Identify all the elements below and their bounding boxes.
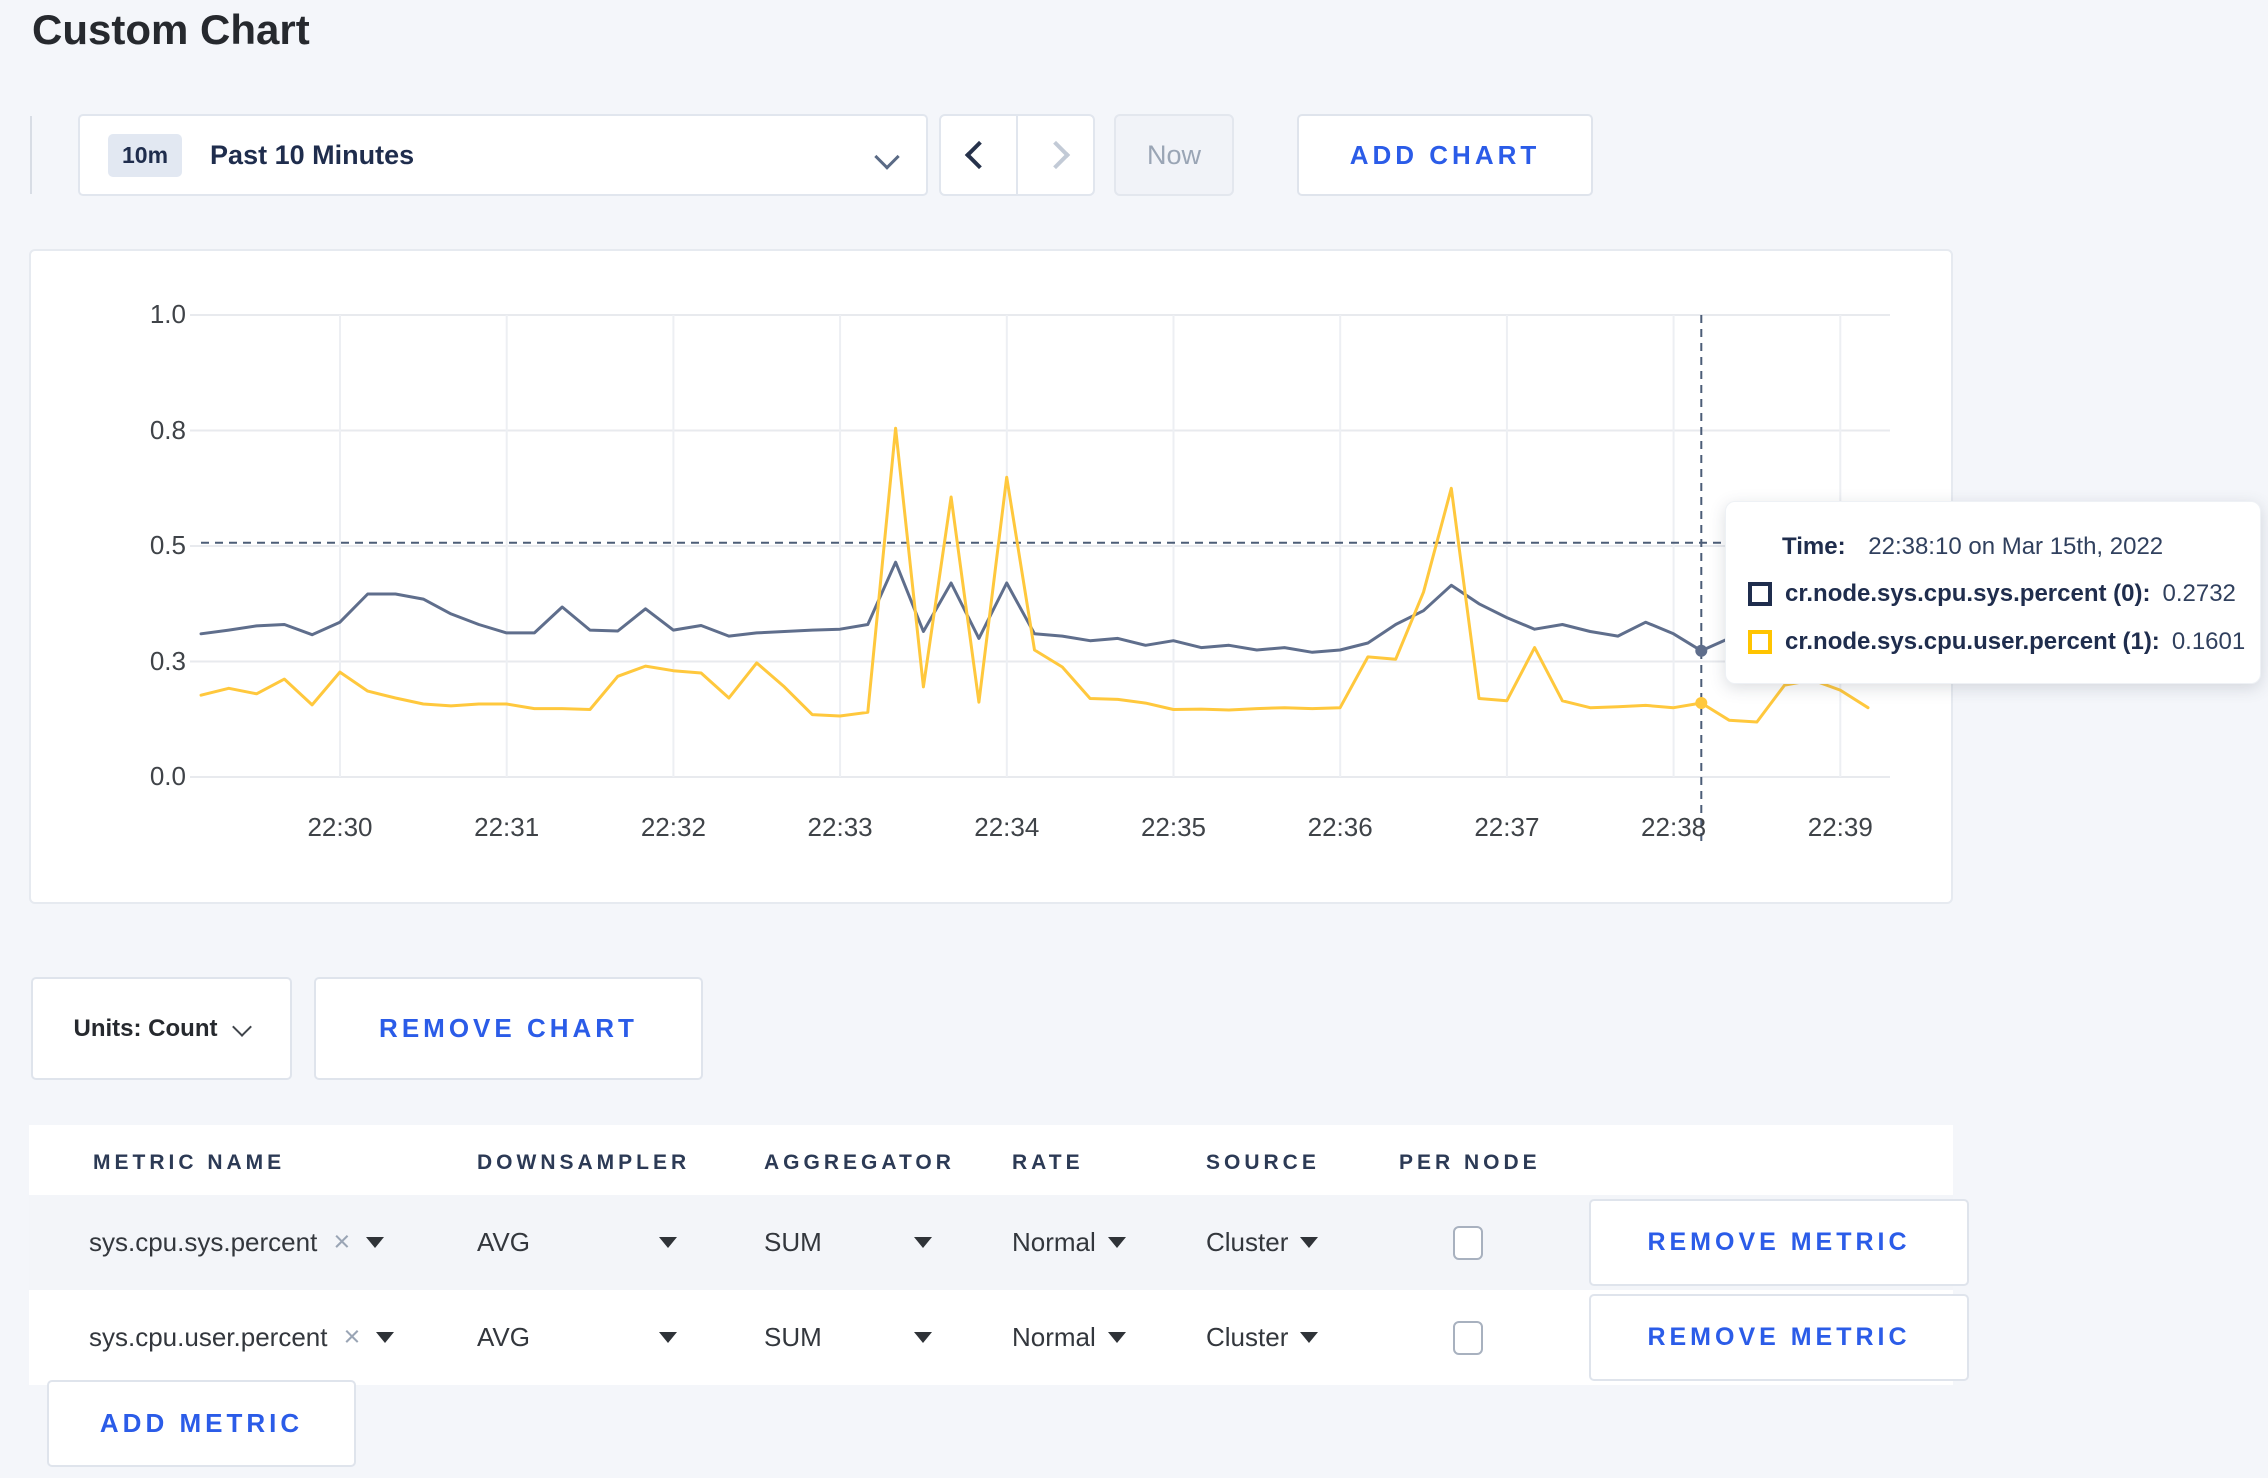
units-select[interactable]: Units: Count	[31, 977, 292, 1080]
clear-metric-icon[interactable]: ×	[343, 1321, 360, 1354]
tooltip-series-value: 0.2732	[2162, 580, 2236, 607]
x-axis-tick-label: 22:38	[1641, 812, 1707, 842]
caret-down-icon	[659, 1332, 677, 1343]
caret-down-icon	[914, 1332, 932, 1343]
downsampler-value: AVG	[477, 1227, 530, 1257]
series-swatch-icon	[1748, 630, 1772, 654]
units-select-label: Units: Count	[73, 1014, 218, 1042]
rate-select[interactable]: Normal	[1012, 1290, 1126, 1385]
y-axis-tick-label: 0.3	[149, 645, 186, 676]
x-axis-tick-label: 22:37	[1474, 812, 1540, 842]
source-select[interactable]: Cluster	[1206, 1195, 1319, 1290]
column-header-source: SOURCE	[1206, 1151, 1320, 1174]
remove-metric-button[interactable]: REMOVE METRIC	[1589, 1294, 1969, 1381]
source-select[interactable]: Cluster	[1206, 1290, 1319, 1385]
time-range-label: Past 10 Minutes	[210, 139, 415, 170]
x-axis-tick-label: 22:32	[640, 812, 706, 842]
caret-down-icon	[1300, 1332, 1319, 1343]
column-header-metric-name: METRIC NAME	[93, 1151, 286, 1174]
time-range-select[interactable]: 10m Past 10 Minutes	[78, 114, 928, 196]
caret-down-icon	[1107, 1237, 1126, 1248]
aggregator-value: SUM	[764, 1227, 822, 1257]
caret-down-icon	[1300, 1237, 1319, 1248]
caret-down-icon	[914, 1237, 932, 1248]
tooltip-series-label: cr.node.sys.cpu.user.percent (1):	[1785, 628, 2160, 655]
column-header-aggregator: AGGREGATOR	[764, 1151, 955, 1174]
downsampler-value: AVG	[477, 1322, 530, 1352]
source-value: Cluster	[1206, 1322, 1289, 1352]
x-axis-tick-label: 22:30	[307, 812, 373, 842]
metric-row: sys.cpu.sys.percent × AVG SUM Normal Cluster R…	[29, 1195, 1969, 1290]
y-axis-tick-label: 0.0	[149, 761, 186, 791]
x-axis-tick-label: 22:39	[1807, 812, 1873, 842]
series-swatch-icon	[1748, 582, 1772, 606]
caret-down-icon	[1107, 1332, 1126, 1343]
per-node-checkbox[interactable]	[1453, 1225, 1483, 1260]
metric-name-value: sys.cpu.sys.percent	[89, 1227, 318, 1257]
y-axis-tick-label: 1.0	[149, 299, 186, 329]
clear-metric-icon[interactable]: ×	[333, 1226, 350, 1259]
time-nav-group	[939, 114, 1095, 196]
x-axis-tick-label: 22:34	[974, 812, 1040, 842]
chart-card[interactable]	[29, 249, 1953, 904]
chevron-left-icon	[964, 140, 993, 170]
downsampler-select[interactable]: AVG	[477, 1290, 677, 1385]
caret-down-icon	[659, 1237, 677, 1248]
y-axis-tick-label: 0.8	[149, 414, 186, 445]
metric-name-value: sys.cpu.user.percent	[89, 1322, 328, 1352]
tooltip-series-value: 0.1601	[2171, 628, 2246, 655]
time-range-badge: 10m	[108, 133, 183, 177]
y-axis-tick-label: 0.5	[149, 530, 186, 560]
per-node-checkbox[interactable]	[1453, 1320, 1483, 1355]
chart-tooltip: Time: 22:38:10 on Mar 15th, 2022 cr.node…	[1725, 501, 2261, 684]
rate-value: Normal	[1012, 1322, 1096, 1352]
tooltip-series-row: cr.node.sys.cpu.user.percent (1): 0.1601	[1748, 628, 2245, 656]
metric-name-select[interactable]: sys.cpu.user.percent ×	[89, 1290, 395, 1385]
chevron-down-icon	[232, 1016, 253, 1037]
downsampler-select[interactable]: AVG	[477, 1195, 677, 1290]
toolbar-divider	[30, 116, 32, 194]
caret-down-icon	[366, 1237, 385, 1248]
aggregator-value: SUM	[764, 1322, 822, 1352]
per-node-cell	[1453, 1290, 1483, 1385]
caret-down-icon	[376, 1332, 395, 1343]
metric-name-select[interactable]: sys.cpu.sys.percent ×	[89, 1195, 385, 1290]
column-header-rate: RATE	[1012, 1151, 1084, 1174]
add-chart-button[interactable]: ADD CHART	[1297, 114, 1593, 196]
source-value: Cluster	[1206, 1227, 1289, 1257]
tooltip-series-label: cr.node.sys.cpu.sys.percent (0):	[1785, 580, 2151, 607]
x-axis-tick-label: 22:36	[1307, 812, 1373, 842]
chevron-right-icon	[1041, 140, 1070, 170]
x-axis-tick-label: 22:35	[1140, 812, 1207, 842]
rate-select[interactable]: Normal	[1012, 1195, 1126, 1290]
remove-chart-button[interactable]: REMOVE CHART	[314, 977, 703, 1080]
column-header-downsampler: DOWNSAMPLER	[477, 1151, 691, 1174]
remove-metric-button[interactable]: REMOVE METRIC	[1589, 1199, 1969, 1286]
tooltip-time-value: 22:38:10 on Mar 15th, 2022	[1868, 533, 2164, 560]
x-axis-tick-label: 22:31	[474, 812, 540, 842]
chevron-down-icon	[874, 144, 900, 170]
aggregator-select[interactable]: SUM	[764, 1195, 932, 1290]
column-header-per-node: PER NODE	[1399, 1151, 1541, 1174]
aggregator-select[interactable]: SUM	[764, 1290, 932, 1385]
metrics-table: METRIC NAME DOWNSAMPLER AGGREGATOR RATE SOUR…	[29, 1125, 1969, 1385]
page-title: Custom Chart	[32, 6, 310, 53]
prev-range-button[interactable]	[941, 116, 1016, 194]
add-metric-button[interactable]: ADD METRIC	[47, 1380, 356, 1467]
tooltip-series-row: cr.node.sys.cpu.sys.percent (0): 0.2732	[1748, 580, 2236, 608]
next-range-button[interactable]	[1016, 116, 1093, 194]
tooltip-time-label: Time:	[1782, 533, 1846, 560]
metric-row: sys.cpu.user.percent × AVG SUM Normal Cluster…	[29, 1290, 1969, 1385]
tooltip-time-row: Time: 22:38:10 on Mar 15th, 2022	[1782, 533, 2163, 561]
now-button[interactable]: Now	[1114, 114, 1234, 196]
per-node-cell	[1453, 1195, 1483, 1290]
rate-value: Normal	[1012, 1227, 1096, 1257]
x-axis-tick-label: 22:33	[807, 812, 873, 842]
